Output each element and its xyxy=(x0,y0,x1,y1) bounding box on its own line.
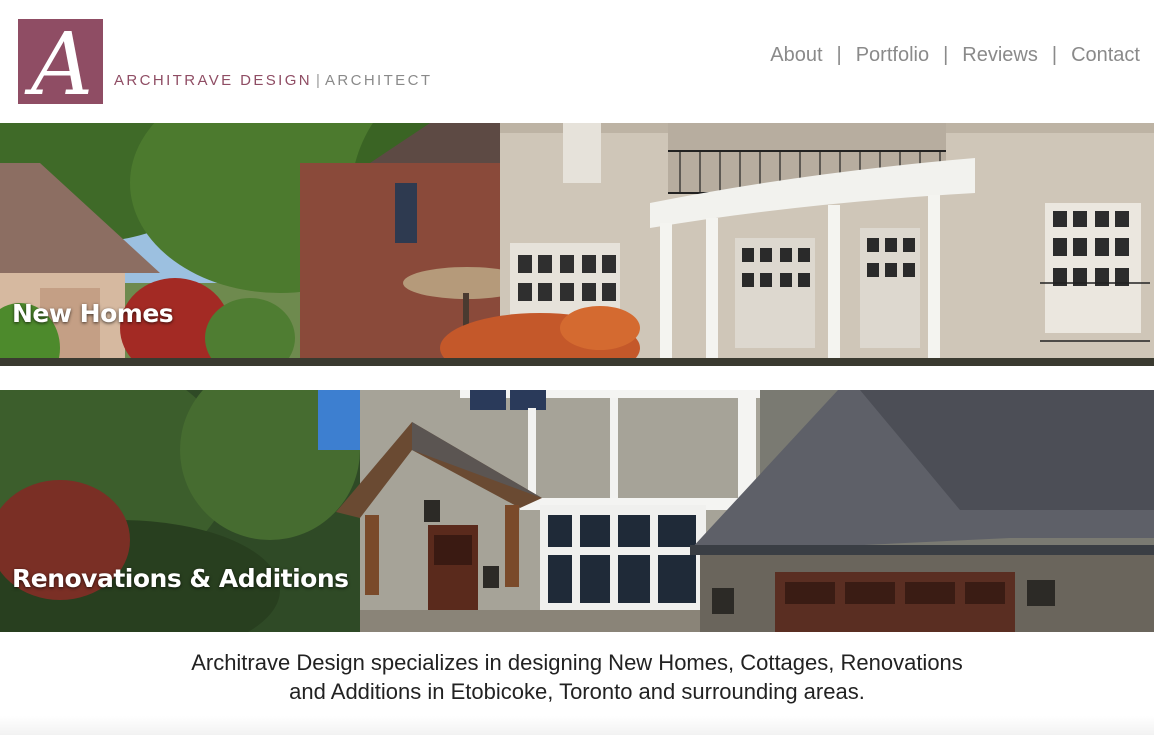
tagline-line-1: Architrave Design specializes in designi… xyxy=(191,650,963,675)
nav-separator: | xyxy=(943,44,949,66)
renovations-title[interactable]: Renovations & Additions xyxy=(12,564,349,593)
main-nav: About | Portfolio | Reviews | Contact xyxy=(770,44,1140,67)
renovations-photo xyxy=(0,390,1154,632)
logo-letter: A xyxy=(24,19,93,104)
nav-separator: | xyxy=(836,44,842,66)
renovations-panel[interactable]: Renovations & Additions xyxy=(0,390,1154,632)
brand-name: ARCHITRAVE DESIGN xyxy=(114,72,313,89)
logo-icon[interactable]: A xyxy=(18,19,103,104)
nav-contact-link[interactable]: Contact xyxy=(1071,44,1140,67)
brand-wordmark[interactable]: ARCHITRAVE DESIGN | ARCHITECT xyxy=(114,72,432,89)
site-header: A ARCHITRAVE DESIGN | ARCHITECT About | Po… xyxy=(0,0,1154,123)
brand-separator: | xyxy=(316,72,320,89)
bottom-shadow xyxy=(0,716,1154,735)
new-homes-panel[interactable]: New Homes xyxy=(0,123,1154,366)
nav-portfolio-link[interactable]: Portfolio xyxy=(856,44,929,67)
nav-separator: | xyxy=(1051,44,1058,66)
nav-reviews-link[interactable]: Reviews xyxy=(962,44,1038,67)
new-homes-title[interactable]: New Homes xyxy=(12,299,174,328)
tagline: Architrave Design specializes in designi… xyxy=(0,648,1154,706)
tagline-line-2: and Additions in Etobicoke, Toronto and … xyxy=(289,679,865,704)
nav-about-link[interactable]: About xyxy=(770,44,822,67)
brand-role: ARCHITECT xyxy=(324,72,433,89)
new-homes-photo xyxy=(0,123,1154,366)
